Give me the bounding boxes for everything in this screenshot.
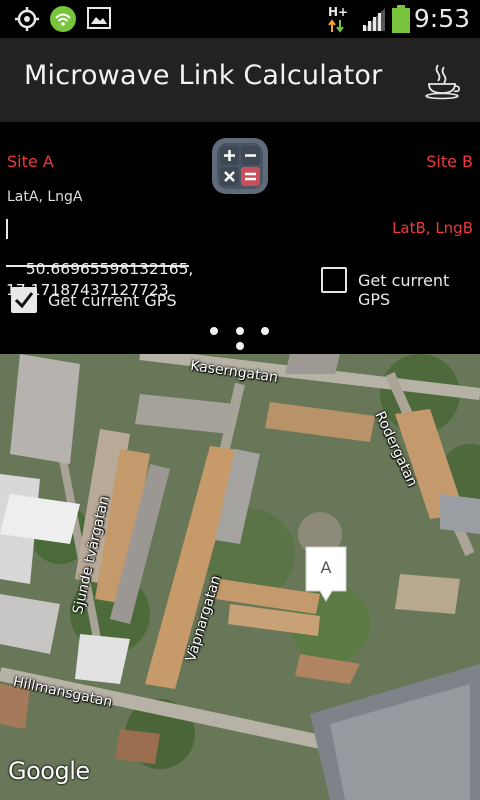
site-b-label: Site B [426, 152, 473, 171]
site-a-label: Site A [7, 152, 54, 171]
google-attribution: Google [8, 757, 90, 785]
status-bar: H+ 9:53 [0, 0, 480, 38]
signal-icon [362, 8, 385, 31]
indicator-dot [236, 327, 244, 335]
site-a-coords-label: LatA, LngA [7, 189, 83, 205]
network-type-text: H+ [328, 5, 348, 19]
indicator-dot [210, 327, 218, 335]
indicator-dot [261, 327, 269, 335]
action-bar: Microwave Link Calculator [0, 38, 480, 122]
input-panel: Site A Site B LatA, LngA LatB, LngB 50.6… [0, 122, 480, 354]
image-icon [87, 7, 111, 29]
satellite-imagery [0, 354, 480, 800]
site-b-gps-label[interactable]: Get current GPS [358, 271, 480, 309]
indicator-dot [236, 342, 244, 350]
wifi-icon [50, 6, 76, 32]
app-title: Microwave Link Calculator [24, 60, 383, 91]
marker-label: A [320, 558, 332, 577]
battery-icon [392, 5, 410, 33]
checkmark-icon [14, 292, 34, 309]
text-cursor [6, 219, 8, 239]
site-b-coords-field[interactable]: LatB, LngB [392, 219, 473, 237]
hplus-data-icon: H+ [328, 5, 348, 33]
calculator-icon[interactable] [211, 137, 269, 195]
site-a-gps-label[interactable]: Get current GPS [48, 291, 177, 310]
coffee-icon[interactable] [424, 62, 462, 100]
clock: 9:53 [413, 4, 470, 33]
map-view[interactable]: Kaserngatan Rodergatan Sjunde tvärgatan … [0, 354, 480, 800]
gps-icon [15, 7, 39, 31]
site-a-coords-input[interactable]: 50.66965598132165, 17.17187437127723 [6, 217, 193, 299]
site-b-gps-checkbox[interactable] [321, 267, 347, 293]
site-a-gps-checkbox[interactable] [11, 287, 37, 313]
